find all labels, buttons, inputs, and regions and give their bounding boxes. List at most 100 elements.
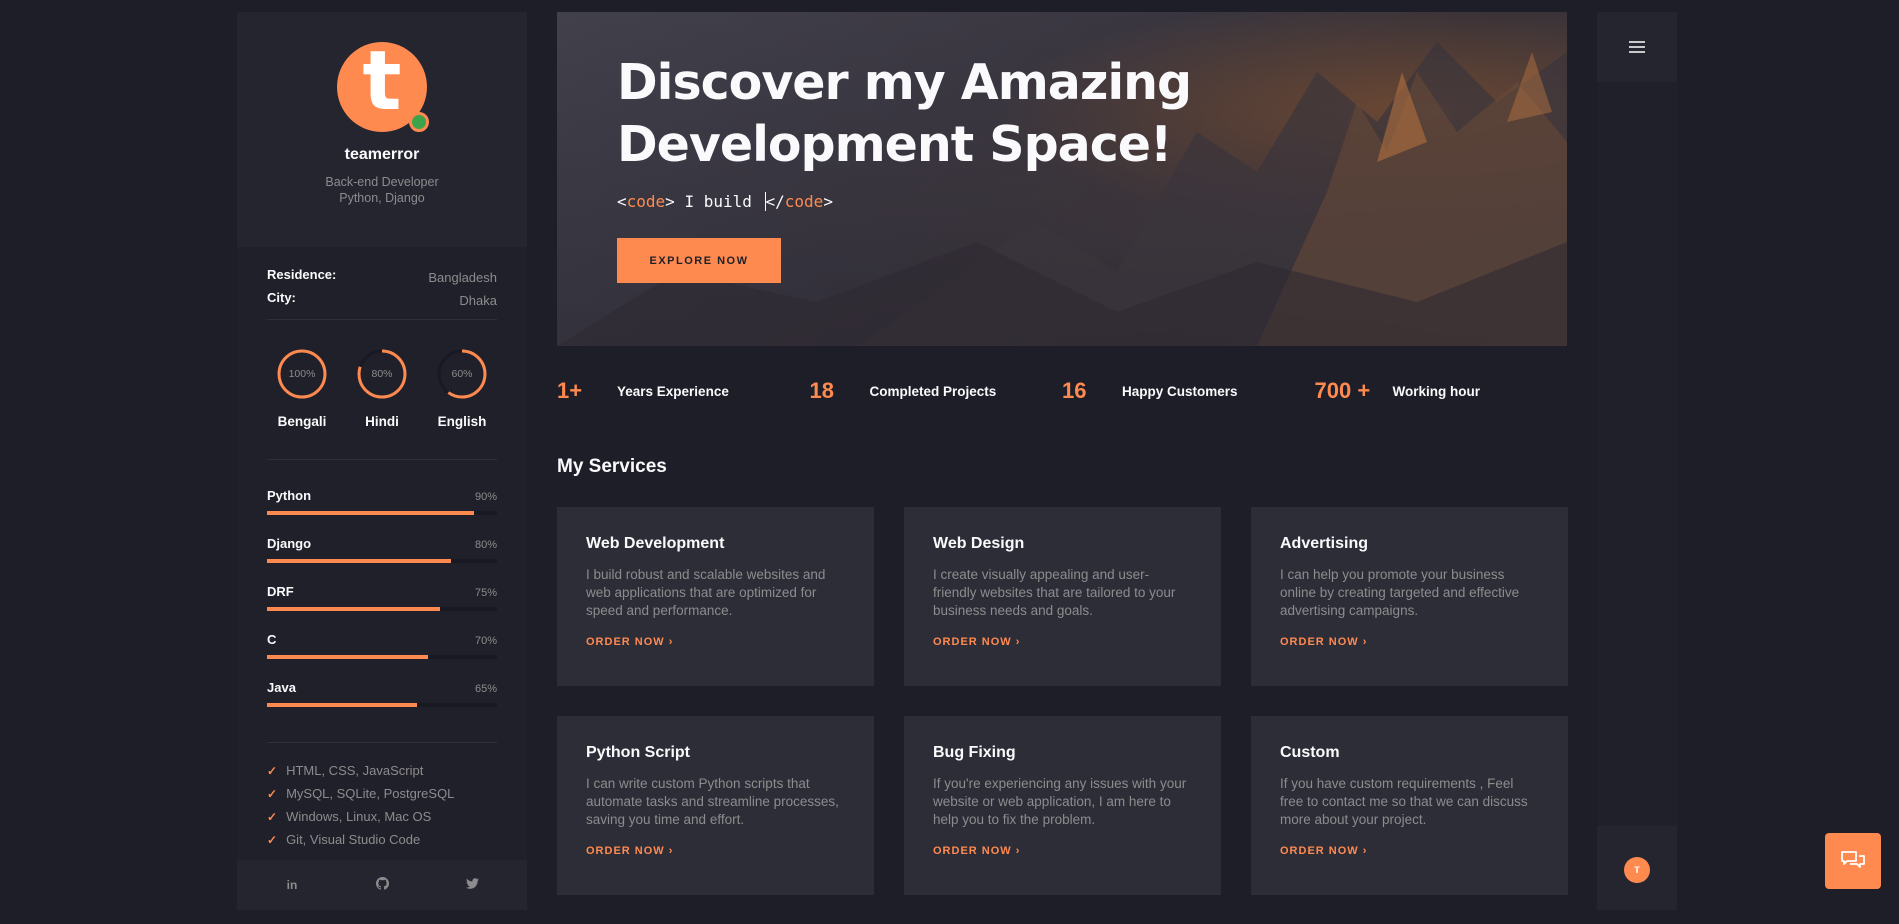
counter-projects: 18 Completed Projects: [810, 378, 1063, 404]
order-now-link[interactable]: ORDER NOW ›: [586, 845, 845, 857]
order-now-label: ORDER NOW: [586, 636, 665, 648]
linkedin-icon[interactable]: in: [277, 878, 307, 892]
code-bracket: >: [823, 192, 833, 211]
language-english: 60% English: [427, 348, 497, 429]
service-card: Advertising I can help you promote your …: [1251, 507, 1568, 686]
counter-label: Completed Projects: [869, 383, 997, 399]
languages: 100% Bengali 80% Hindi 60% English: [237, 320, 527, 459]
sidebar: t teamerror Back-end Developer Python, D…: [237, 12, 527, 910]
skill-percent: 90%: [474, 491, 497, 503]
info-key: Residence:: [267, 267, 337, 282]
service-card: Web Design I create visually appealing a…: [904, 507, 1221, 686]
skill-bar-fill: [267, 655, 428, 659]
services-title: My Services: [557, 456, 667, 477]
profile-role-title: Back-end Developer: [325, 175, 439, 189]
avatar[interactable]: t: [337, 34, 429, 132]
profile-role: Back-end Developer Python, Django: [237, 174, 527, 206]
skill-name: Python: [267, 488, 312, 503]
skill-percent: 80%: [474, 539, 497, 551]
skill-bar: [267, 655, 497, 659]
github-icon[interactable]: [367, 877, 397, 893]
order-now-label: ORDER NOW: [1280, 845, 1359, 857]
knowledge-text: Windows, Linux, Mac OS: [286, 809, 432, 824]
service-card: Python Script I can write custom Python …: [557, 716, 874, 895]
service-card: Custom If you have custom requirements ,…: [1251, 716, 1568, 895]
language-ring: 60%: [436, 348, 488, 400]
code-tag: code: [626, 192, 666, 211]
service-description: If you're experiencing any issues with y…: [933, 776, 1187, 827]
skill-percent: 70%: [474, 635, 497, 647]
chevron-right-icon: ›: [668, 845, 674, 857]
hero-banner: Discover my Amazing Development Space! <…: [557, 12, 1567, 346]
chat-button[interactable]: [1825, 833, 1881, 889]
order-now-label: ORDER NOW: [586, 845, 665, 857]
skill-name: DRF: [267, 584, 294, 599]
check-icon: ✓: [267, 763, 278, 778]
skill-java: Java 65%: [267, 680, 497, 707]
code-tag: code: [784, 192, 824, 211]
menu-button[interactable]: [1597, 12, 1677, 82]
counter-number: 700 +: [1314, 378, 1371, 403]
service-title: Web Development: [586, 535, 725, 552]
rail-avatar[interactable]: T: [1624, 857, 1650, 883]
skill-c: C 70%: [267, 632, 497, 659]
counter-label: Happy Customers: [1122, 383, 1238, 399]
code-bracket: </: [765, 192, 785, 211]
service-title: Custom: [1280, 744, 1340, 761]
service-description: If you have custom requirements , Feel f…: [1280, 776, 1528, 827]
order-now-link[interactable]: ORDER NOW ›: [933, 636, 1192, 648]
service-title: Bug Fixing: [933, 744, 1016, 761]
info-row-residence: Residence: Bangladesh: [267, 267, 497, 290]
counter-number: 16: [1062, 378, 1087, 403]
check-icon: ✓: [267, 786, 278, 801]
skill-name: Java: [267, 680, 296, 695]
avatar-letter: t: [362, 34, 402, 129]
counter-number: 18: [809, 378, 834, 403]
list-item: ✓ HTML, CSS, JavaScript: [267, 759, 497, 782]
skill-bar: [267, 511, 497, 515]
service-title: Advertising: [1280, 535, 1369, 552]
language-ring: 100%: [276, 348, 328, 400]
chevron-right-icon: ›: [1362, 845, 1368, 857]
skills: Python 90% Django 80% DRF 75% C 70% Java 65%: [237, 460, 527, 742]
service-title: Web Design: [933, 535, 1025, 552]
code-bracket: >: [665, 192, 675, 211]
hero-title-line: Discover my Amazing: [617, 54, 1192, 111]
language-name: Bengali: [277, 414, 327, 429]
service-description: I can write custom Python scripts that a…: [586, 776, 839, 827]
check-icon: ✓: [267, 809, 278, 824]
chevron-right-icon: ›: [1015, 636, 1021, 648]
knowledge-text: HTML, CSS, JavaScript: [286, 763, 424, 778]
knowledge-text: MySQL, SQLite, PostgreSQL: [286, 786, 455, 801]
skill-python: Python 90%: [267, 488, 497, 515]
order-now-link[interactable]: ORDER NOW ›: [586, 636, 845, 648]
language-percent: 60%: [451, 368, 473, 380]
language-hindi: 80% Hindi: [347, 348, 417, 429]
explore-now-button[interactable]: EXPLORE NOW: [617, 238, 781, 283]
service-description: I can help you promote your business onl…: [1280, 567, 1520, 618]
typed-text: I build: [674, 192, 762, 211]
skill-bar-fill: [267, 511, 474, 515]
profile-role-stack: Python, Django: [339, 191, 425, 205]
twitter-icon[interactable]: [457, 878, 487, 892]
order-now-link[interactable]: ORDER NOW ›: [1280, 636, 1539, 648]
hero-title: Discover my Amazing Development Space!: [617, 52, 1192, 176]
order-now-label: ORDER NOW: [933, 636, 1012, 648]
order-now-label: ORDER NOW: [933, 845, 1012, 857]
skill-bar: [267, 607, 497, 611]
profile-header: t teamerror Back-end Developer Python, D…: [237, 12, 527, 247]
chevron-right-icon: ›: [1362, 636, 1368, 648]
profile-name: teamerror: [344, 146, 420, 163]
knowledge-list: ✓ HTML, CSS, JavaScript ✓ MySQL, SQLite, P…: [237, 743, 527, 851]
skill-bar-fill: [267, 703, 417, 707]
order-now-link[interactable]: ORDER NOW ›: [1280, 845, 1539, 857]
skill-bar-fill: [267, 607, 440, 611]
hamburger-icon: [1629, 41, 1645, 53]
service-description: I create visually appealing and user-fri…: [933, 567, 1176, 618]
skill-percent: 75%: [474, 587, 497, 599]
order-now-link[interactable]: ORDER NOW ›: [933, 845, 1192, 857]
counter-label: Years Experience: [617, 383, 729, 399]
language-percent: 100%: [288, 368, 316, 380]
counters: 1+ Years Experience 18 Completed Projects …: [557, 378, 1567, 404]
skill-bar: [267, 703, 497, 707]
